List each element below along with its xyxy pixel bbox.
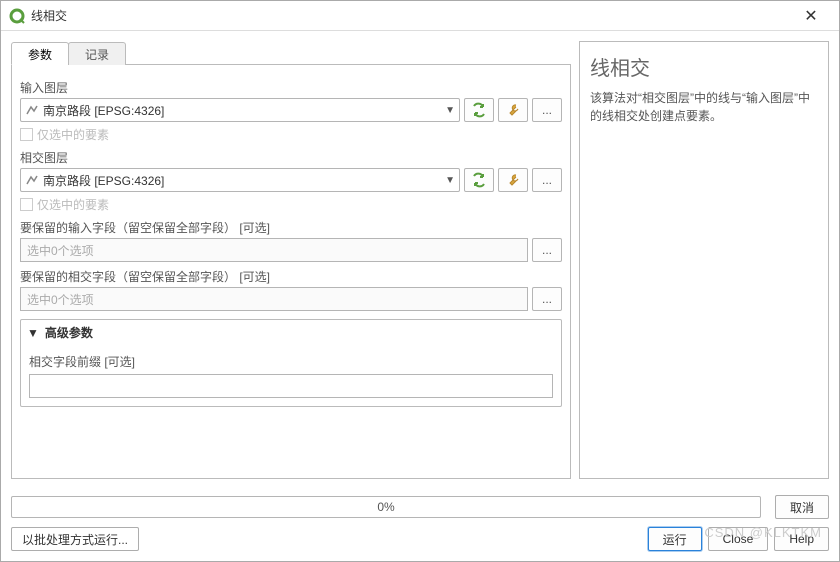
ellipsis-icon: ... [542, 243, 552, 257]
keep-input-fields-value: 选中0个选项 [27, 242, 94, 259]
triangle-down-icon: ▼ [27, 326, 39, 340]
titlebar: 线相交 ✕ [1, 1, 839, 31]
advanced-section: ▼ 高级参数 相交字段前缀 [可选] [20, 319, 562, 407]
batch-run-button[interactable]: 以批处理方式运行... [11, 527, 139, 551]
bottom-bar: 0% 取消 以批处理方式运行... 运行 Close Help [1, 489, 839, 561]
wrench-icon [505, 102, 521, 118]
browse-button[interactable]: ... [532, 168, 562, 192]
app-logo-icon [9, 8, 25, 24]
help-title: 线相交 [590, 52, 818, 81]
intersect-only-selected-label: 仅选中的要素 [37, 196, 109, 213]
progress-bar: 0% [11, 496, 761, 518]
ellipsis-icon: ... [542, 103, 552, 117]
browse-button[interactable]: ... [532, 98, 562, 122]
advanced-body: 相交字段前缀 [可选] [21, 345, 561, 406]
dropdown-arrow-icon: ▼ [445, 105, 455, 116]
tab-bar: 参数 记录 [11, 41, 571, 65]
advanced-options-button[interactable] [498, 98, 528, 122]
intersect-layer-value: 南京路段 [EPSG:4326] [43, 172, 445, 189]
cancel-button[interactable]: 取消 [775, 495, 829, 519]
prefix-input[interactable] [29, 374, 553, 398]
intersect-only-selected-row: 仅选中的要素 [20, 196, 562, 213]
progress-text: 0% [377, 500, 394, 514]
help-button[interactable]: Help [774, 527, 829, 551]
advanced-title: 高级参数 [45, 324, 93, 341]
iterate-button[interactable] [464, 98, 494, 122]
advanced-options-button[interactable] [498, 168, 528, 192]
refresh-icon [470, 172, 488, 188]
close-button[interactable]: Close [708, 527, 769, 551]
wrench-icon [505, 172, 521, 188]
intersect-layer-combo[interactable]: 南京路段 [EPSG:4326] ▼ [20, 168, 460, 192]
input-layer-label: 输入图层 [20, 79, 562, 96]
run-button[interactable]: 运行 [648, 527, 702, 551]
keep-input-fields-field[interactable]: 选中0个选项 [20, 238, 528, 262]
line-layer-icon [25, 103, 39, 117]
input-layer-value: 南京路段 [EPSG:4326] [43, 102, 445, 119]
prefix-label: 相交字段前缀 [可选] [29, 353, 553, 370]
input-layer-combo[interactable]: 南京路段 [EPSG:4326] ▼ [20, 98, 460, 122]
keep-intersect-fields-label: 要保留的相交字段（留空保留全部字段） [可选] [20, 268, 562, 285]
keep-intersect-fields-value: 选中0个选项 [27, 291, 94, 308]
keep-input-fields-label: 要保留的输入字段（留空保留全部字段） [可选] [20, 219, 562, 236]
help-panel: 线相交 该算法对“相交图层”中的线与“输入图层”中的线相交处创建点要素。 [579, 41, 829, 479]
intersect-layer-label: 相交图层 [20, 149, 562, 166]
params-panel: 输入图层 南京路段 [EPSG:4326] ▼ ... 仅选中的要素 相交图层 [11, 65, 571, 479]
tab-params[interactable]: 参数 [11, 42, 69, 65]
intersect-only-selected-checkbox[interactable] [20, 198, 33, 211]
main-area: 参数 记录 输入图层 南京路段 [EPSG:4326] ▼ ... 仅选中的要素… [1, 31, 839, 489]
refresh-icon [470, 102, 488, 118]
window-title: 线相交 [31, 7, 791, 24]
dropdown-arrow-icon: ▼ [445, 175, 455, 186]
advanced-header[interactable]: ▼ 高级参数 [21, 320, 561, 345]
browse-button[interactable]: ... [532, 238, 562, 262]
iterate-button[interactable] [464, 168, 494, 192]
window-close-button[interactable]: ✕ [791, 1, 831, 31]
input-only-selected-checkbox[interactable] [20, 128, 33, 141]
input-only-selected-row: 仅选中的要素 [20, 126, 562, 143]
line-layer-icon [25, 173, 39, 187]
help-description: 该算法对“相交图层”中的线与“输入图层”中的线相交处创建点要素。 [590, 89, 818, 125]
tab-log[interactable]: 记录 [68, 42, 126, 65]
ellipsis-icon: ... [542, 292, 552, 306]
keep-intersect-fields-field[interactable]: 选中0个选项 [20, 287, 528, 311]
browse-button[interactable]: ... [532, 287, 562, 311]
input-only-selected-label: 仅选中的要素 [37, 126, 109, 143]
left-panel: 参数 记录 输入图层 南京路段 [EPSG:4326] ▼ ... 仅选中的要素… [11, 41, 571, 479]
ellipsis-icon: ... [542, 173, 552, 187]
